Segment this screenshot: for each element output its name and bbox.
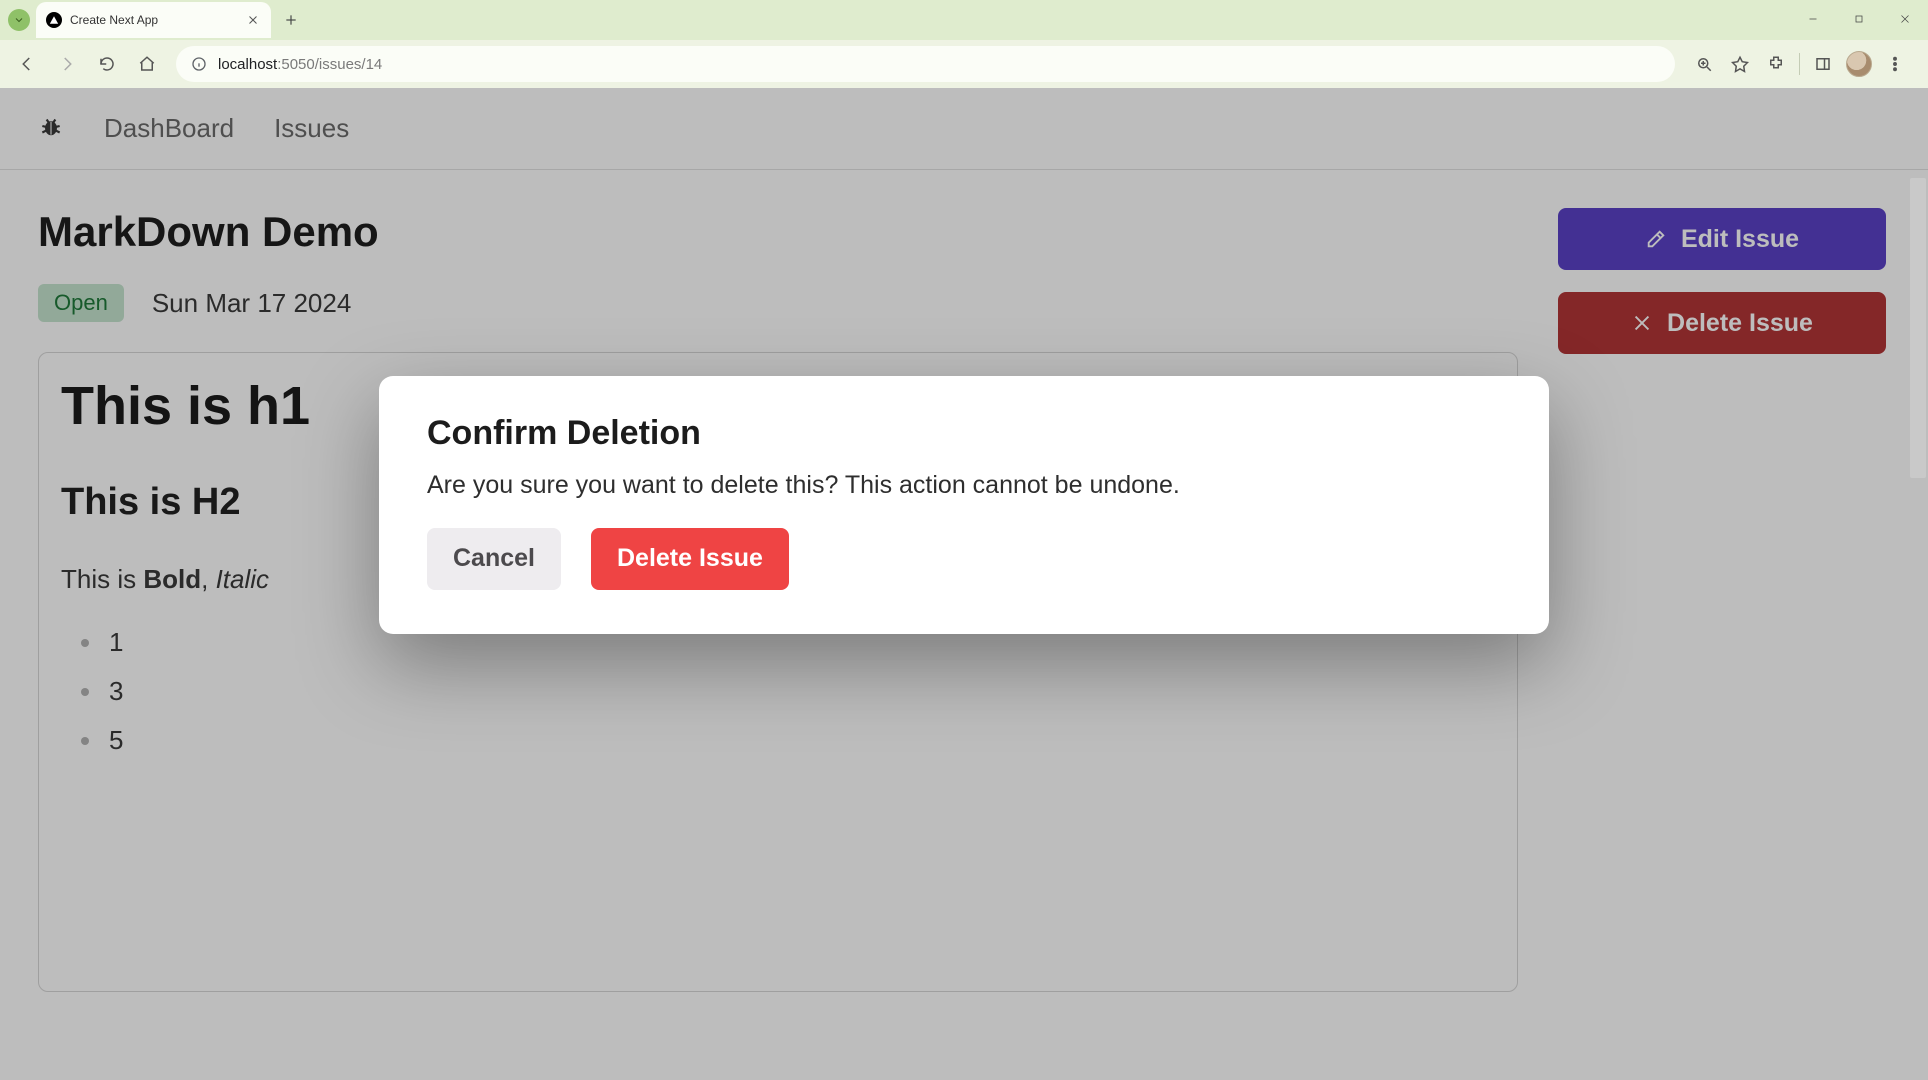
modal-title: Confirm Deletion (427, 414, 1501, 453)
modal-text: Are you sure you want to delete this? Th… (427, 471, 1501, 500)
site-info-icon[interactable] (190, 55, 208, 73)
tab-favicon (46, 12, 62, 28)
status-badge: Open (38, 284, 124, 322)
bug-logo-icon[interactable] (38, 113, 64, 144)
issue-meta: Open Sun Mar 17 2024 (38, 284, 1518, 322)
nav-dashboard-link[interactable]: DashBoard (104, 113, 234, 144)
modal-actions: Cancel Delete Issue (427, 528, 1501, 590)
profile-avatar[interactable] (1842, 47, 1876, 81)
toolbar-divider (1799, 53, 1800, 75)
cancel-button[interactable]: Cancel (427, 528, 561, 590)
bookmark-star-icon[interactable] (1723, 47, 1757, 81)
browser-tab-active[interactable]: Create Next App (36, 2, 271, 38)
window-minimize-button[interactable] (1790, 0, 1836, 38)
address-row: localhost:5050/issues/14 (0, 40, 1928, 88)
list-item: 3 (81, 676, 1495, 707)
new-tab-button[interactable] (277, 6, 305, 34)
window-close-button[interactable] (1882, 0, 1928, 38)
app-page: DashBoard Issues MarkDown Demo Open Sun … (0, 88, 1928, 1080)
tab-search-button[interactable] (8, 9, 30, 31)
list-item: 5 (81, 725, 1495, 756)
nav-forward-button[interactable] (50, 47, 84, 81)
window-maximize-button[interactable] (1836, 0, 1882, 38)
confirm-delete-button[interactable]: Delete Issue (591, 528, 789, 590)
address-bar[interactable]: localhost:5050/issues/14 (176, 46, 1675, 82)
nav-home-button[interactable] (130, 47, 164, 81)
issue-actions: Edit Issue Delete Issue (1558, 208, 1886, 354)
md-sep: , (201, 564, 215, 594)
delete-button-label: Delete Issue (1667, 309, 1813, 338)
window-controls (1790, 0, 1928, 38)
edit-issue-button[interactable]: Edit Issue (1558, 208, 1886, 270)
nav-issues-link[interactable]: Issues (274, 113, 349, 144)
md-italic: Italic (216, 564, 269, 594)
md-text: This is (61, 564, 143, 594)
delete-issue-button[interactable]: Delete Issue (1558, 292, 1886, 354)
tab-close-icon[interactable] (245, 12, 261, 28)
close-icon (1631, 312, 1653, 334)
page-scrollbar[interactable] (1910, 178, 1926, 1074)
tab-title: Create Next App (70, 13, 237, 27)
md-bold: Bold (143, 564, 201, 594)
extensions-icon[interactable] (1759, 47, 1793, 81)
issue-title: MarkDown Demo (38, 208, 1518, 256)
confirm-delete-modal: Confirm Deletion Are you sure you want t… (379, 376, 1549, 634)
edit-icon (1645, 228, 1667, 250)
toolbar-right (1687, 47, 1918, 81)
side-panel-icon[interactable] (1806, 47, 1840, 81)
scrollbar-thumb[interactable] (1910, 178, 1926, 478)
zoom-icon[interactable] (1687, 47, 1721, 81)
md-list: 1 3 5 (61, 627, 1495, 756)
nav-reload-button[interactable] (90, 47, 124, 81)
kebab-menu-icon[interactable] (1878, 47, 1912, 81)
tab-strip: Create Next App (0, 0, 1928, 40)
edit-button-label: Edit Issue (1681, 225, 1799, 254)
nav-back-button[interactable] (10, 47, 44, 81)
app-header: DashBoard Issues (0, 88, 1928, 170)
url-text: localhost:5050/issues/14 (218, 56, 382, 73)
issue-date: Sun Mar 17 2024 (152, 288, 351, 319)
browser-chrome: Create Next App localhost:5050/issues/14 (0, 0, 1928, 88)
